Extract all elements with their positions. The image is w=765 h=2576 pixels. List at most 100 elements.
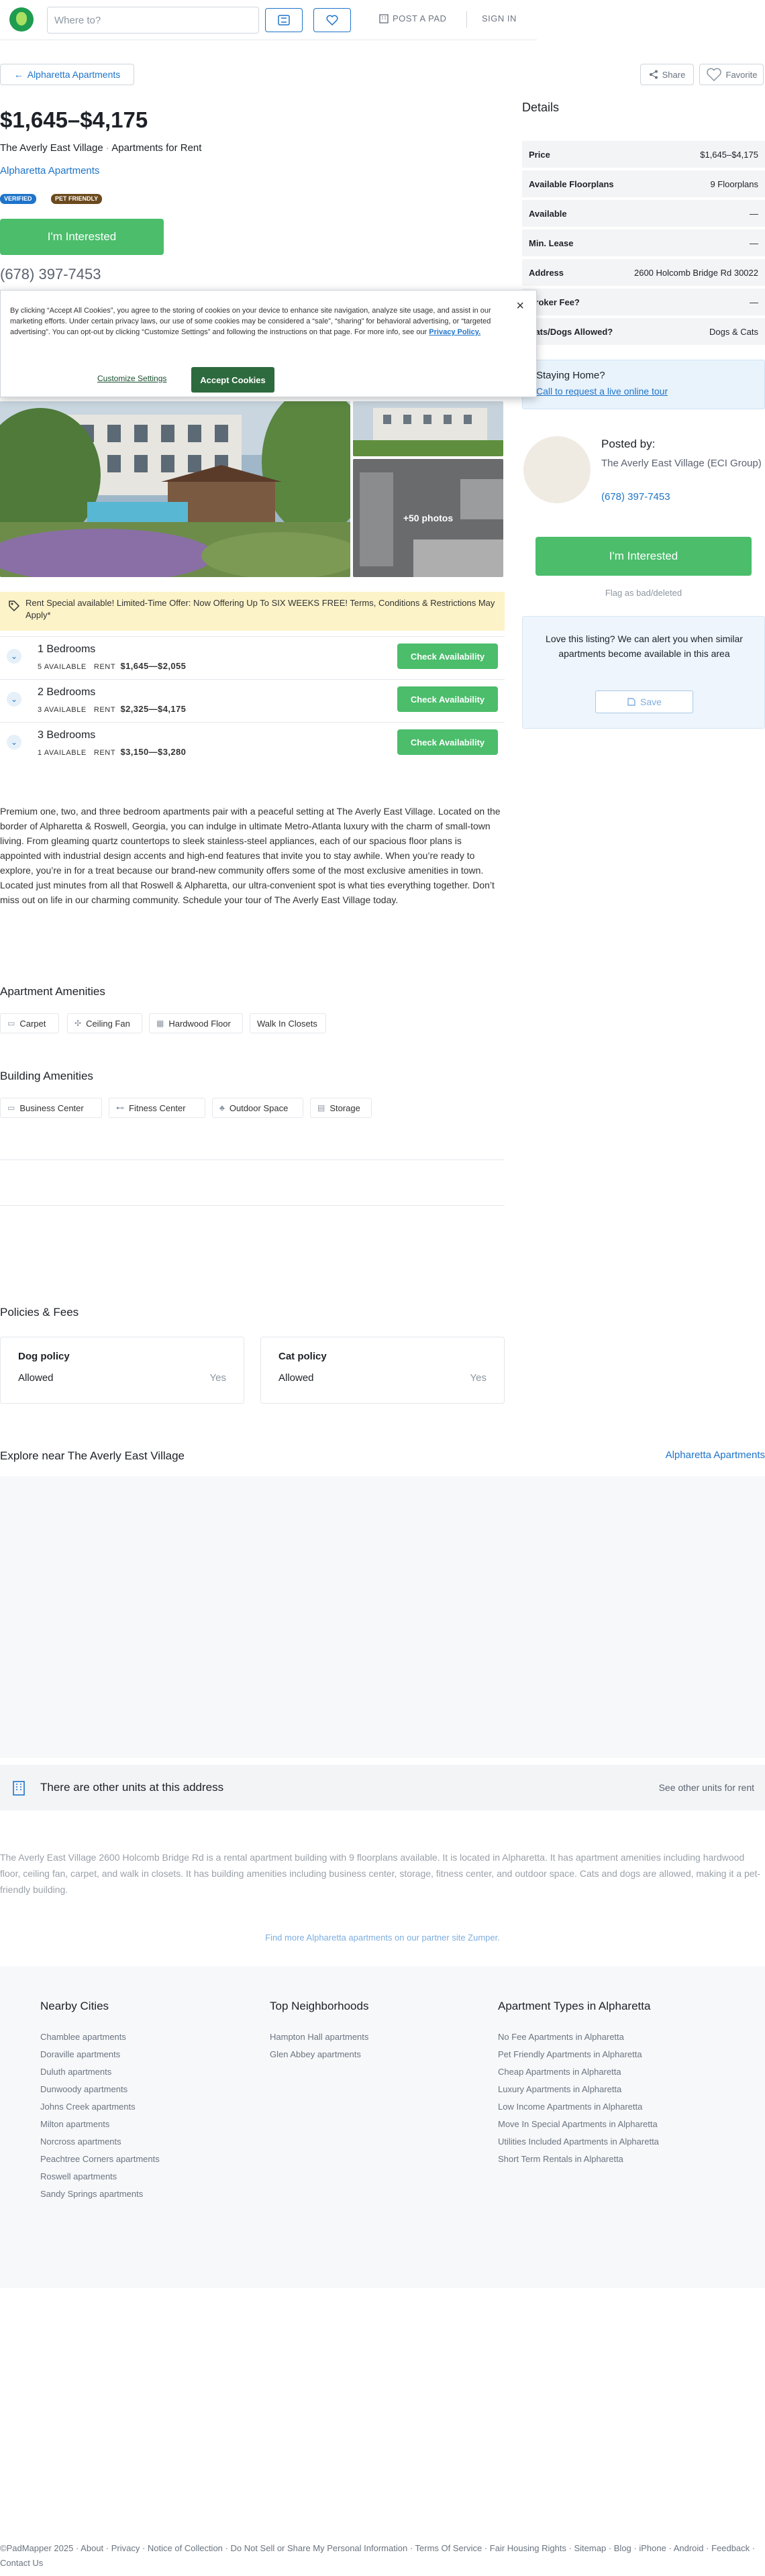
- footer-link[interactable]: Duluth apartments: [40, 2067, 160, 2077]
- cat-policy-card: Cat policy Allowed Yes: [260, 1337, 505, 1404]
- footer-link[interactable]: Utilities Included Apartments in Alphare…: [498, 2136, 659, 2147]
- amenity-label: Storage: [329, 1102, 360, 1113]
- footer-link[interactable]: Norcross apartments: [40, 2136, 160, 2147]
- favorite-button[interactable]: Favorite: [699, 64, 764, 85]
- close-icon[interactable]: ×: [516, 299, 524, 314]
- details-row: Min. Lease —: [522, 229, 765, 258]
- legal-footer: ©PadMapper 2025 · About · Privacy · Noti…: [0, 2541, 765, 2571]
- legal-link[interactable]: Do Not Sell or Share My Personal Informa…: [230, 2543, 407, 2553]
- legal-link[interactable]: Blog: [614, 2543, 631, 2553]
- footer-link[interactable]: Chamblee apartments: [40, 2032, 160, 2042]
- footer-link[interactable]: Pet Friendly Apartments in Alpharetta: [498, 2049, 659, 2059]
- search-input[interactable]: Where to?: [47, 7, 259, 34]
- sidebar-im-interested-button[interactable]: I'm Interested: [536, 537, 752, 576]
- sign-in-link[interactable]: SIGN IN: [482, 13, 517, 23]
- phone-number[interactable]: (678) 397-7453: [0, 266, 101, 283]
- listing-subtitle: The Averly East Village · Apartments for…: [0, 142, 201, 154]
- legal-link[interactable]: Fair Housing Rights: [490, 2543, 566, 2553]
- legal-link[interactable]: Contact Us: [0, 2558, 43, 2568]
- footer-separator: ·: [566, 2543, 574, 2553]
- footer-link[interactable]: Dunwoody apartments: [40, 2084, 160, 2094]
- details-value: $1,645–$4,175: [700, 149, 758, 160]
- footer-link[interactable]: Hampton Hall apartments: [270, 2032, 368, 2042]
- footer-link[interactable]: Johns Creek apartments: [40, 2102, 160, 2112]
- chevron-down-icon[interactable]: ⌄: [7, 735, 21, 750]
- back-to-city-link[interactable]: ← Alpharetta Apartments: [0, 64, 134, 85]
- amenity-label: Carpet: [19, 1018, 46, 1029]
- filter-button[interactable]: [265, 8, 303, 32]
- thumbnail-photo-1[interactable]: [353, 401, 503, 456]
- footer-link[interactable]: Luxury Apartments in Alpharetta: [498, 2084, 659, 2094]
- privacy-policy-link[interactable]: Privacy Policy.: [429, 328, 480, 336]
- legal-link[interactable]: iPhone: [639, 2543, 666, 2553]
- footer-link[interactable]: Glen Abbey apartments: [270, 2049, 368, 2059]
- unit-row[interactable]: ⌄ 3 Bedrooms 1 AVAILABLE RENT $3,150—$3,28…: [0, 722, 505, 761]
- footer-link[interactable]: Roswell apartments: [40, 2171, 160, 2181]
- footer-link[interactable]: Sandy Springs apartments: [40, 2189, 160, 2199]
- unit-row[interactable]: ⌄ 2 Bedrooms 3 AVAILABLE RENT $2,325—$4,17…: [0, 679, 505, 718]
- padmapper-logo[interactable]: [9, 7, 34, 32]
- courtyard-photo: [0, 401, 350, 577]
- details-value: —: [750, 208, 758, 219]
- unit-available: 3 AVAILABLE: [38, 706, 87, 714]
- footer-link[interactable]: Short Term Rentals in Alpharetta: [498, 2154, 659, 2164]
- main-photo[interactable]: [0, 401, 350, 577]
- favorites-button[interactable]: [313, 8, 351, 32]
- check-availability-button[interactable]: Check Availability: [397, 729, 498, 755]
- footer-link[interactable]: Low Income Apartments in Alpharetta: [498, 2102, 659, 2112]
- details-title: Details: [522, 101, 560, 114]
- footer-link[interactable]: Milton apartments: [40, 2119, 160, 2129]
- price-range: $1,645–$4,175: [0, 107, 148, 132]
- see-other-units-link[interactable]: See other units for rent: [659, 1782, 754, 1793]
- heart-icon: [326, 15, 338, 25]
- legal-link[interactable]: Android: [674, 2543, 704, 2553]
- save-label: Save: [640, 697, 662, 707]
- back-label: Alpharetta Apartments: [27, 69, 121, 80]
- legal-link[interactable]: Notice of Collection: [148, 2543, 223, 2553]
- amenity-label: Hardwood Floor: [168, 1018, 231, 1029]
- details-row: Broker Fee? —: [522, 289, 765, 317]
- unit-row[interactable]: ⌄ 1 Bedrooms 5 AVAILABLE RENT $1,645—$2,05…: [0, 636, 505, 675]
- footer-link[interactable]: Peachtree Corners apartments: [40, 2154, 160, 2164]
- save-alert-button[interactable]: Save: [595, 690, 693, 713]
- customize-settings-link[interactable]: Customize Settings: [97, 374, 166, 383]
- poster-name: The Averly East Village (ECI Group): [601, 458, 762, 469]
- check-availability-button[interactable]: Check Availability: [397, 643, 498, 669]
- im-interested-button[interactable]: I'm Interested: [0, 219, 164, 255]
- legal-link[interactable]: Sitemap: [574, 2543, 607, 2553]
- legal-link[interactable]: Privacy: [111, 2543, 140, 2553]
- unit-available: 1 AVAILABLE: [38, 749, 87, 757]
- thumbnail-photo-2[interactable]: +50 photos: [353, 459, 503, 577]
- share-button[interactable]: Share: [640, 64, 694, 85]
- legal-link[interactable]: About: [81, 2543, 103, 2553]
- cookie-text: By clicking “Accept All Cookies”, you ag…: [10, 305, 500, 338]
- accept-cookies-button[interactable]: Accept Cookies: [191, 367, 274, 393]
- dog-policy-label: Allowed: [18, 1372, 54, 1384]
- explore-city-link[interactable]: Alpharetta Apartments: [666, 1449, 765, 1461]
- unit-rent-label: RENT: [93, 706, 116, 714]
- cat-policy-label: Allowed: [278, 1372, 314, 1384]
- nearby-cities-title: Nearby Cities: [40, 2000, 109, 2012]
- unit-info: 1 AVAILABLE RENT $3,150—$3,280: [38, 747, 186, 757]
- footer-link[interactable]: No Fee Apartments in Alpharetta: [498, 2032, 659, 2042]
- zumper-link[interactable]: Find more Alpharetta apartments on our p…: [0, 1933, 765, 1943]
- city-link[interactable]: Alpharetta Apartments: [0, 165, 99, 176]
- post-a-pad-link[interactable]: POST A PAD: [379, 13, 446, 23]
- fan-icon: ✣: [74, 1019, 82, 1028]
- footer-link[interactable]: Doraville apartments: [40, 2049, 160, 2059]
- unit-bedrooms: 3 Bedrooms: [38, 729, 96, 741]
- legal-link[interactable]: Terms Of Service: [415, 2543, 482, 2553]
- legal-link[interactable]: Feedback: [711, 2543, 750, 2553]
- poster-phone[interactable]: (678) 397-7453: [601, 491, 670, 503]
- chevron-down-icon[interactable]: ⌄: [7, 649, 21, 664]
- flag-listing-link[interactable]: Flag as bad/deleted: [522, 588, 765, 598]
- map-area[interactable]: [0, 1476, 765, 1758]
- footer-link[interactable]: Cheap Apartments in Alpharetta: [498, 2067, 659, 2077]
- footer-link[interactable]: Move In Special Apartments in Alpharetta: [498, 2119, 659, 2129]
- chevron-down-icon[interactable]: ⌄: [7, 692, 21, 707]
- apartment-types-title: Apartment Types in Alpharetta: [498, 2000, 651, 2012]
- details-label: Address: [529, 267, 564, 278]
- check-availability-button[interactable]: Check Availability: [397, 686, 498, 712]
- explore-title: Explore near The Averly East Village: [0, 1449, 185, 1462]
- live-tour-link[interactable]: Call to request a live online tour: [536, 386, 668, 397]
